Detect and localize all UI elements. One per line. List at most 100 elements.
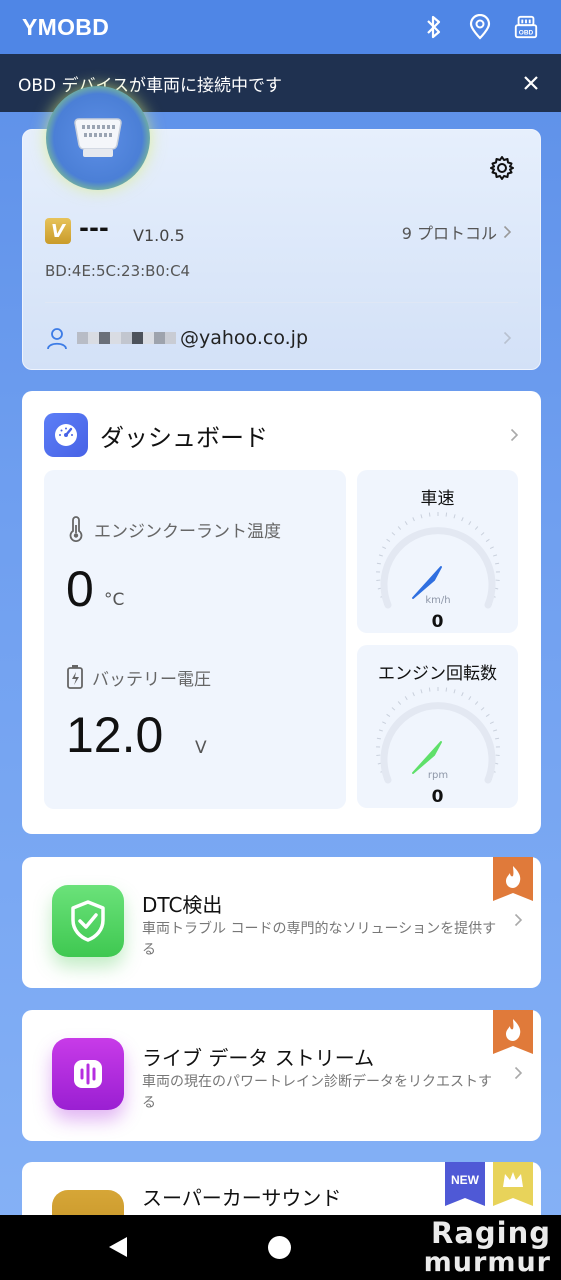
thermometer-icon bbox=[69, 516, 83, 542]
home-button[interactable] bbox=[268, 1236, 291, 1259]
gauge-tick bbox=[386, 538, 391, 542]
speed-gauge-value: 0 bbox=[431, 612, 444, 632]
person-icon bbox=[47, 328, 67, 350]
card-divider bbox=[45, 302, 518, 303]
speed-gauge-panel: 車速 km/h 0 bbox=[357, 470, 518, 633]
gauge-tick bbox=[480, 532, 485, 536]
rpm-gauge-dial: rpm bbox=[376, 687, 500, 784]
obd-connector-icon bbox=[74, 118, 122, 157]
gauge-tick bbox=[397, 701, 402, 705]
gauge-tick bbox=[378, 729, 383, 732]
obd-device-icon[interactable]: OBD bbox=[513, 14, 539, 40]
gauge-tick bbox=[376, 562, 381, 565]
location-pin-icon[interactable] bbox=[467, 14, 493, 40]
mac-address: BD:4E:5C:23:B0:C4 bbox=[45, 262, 191, 280]
sensor-panel: エンジンクーラント温度 0 °C バッテリー電圧 12.0 V bbox=[44, 470, 346, 809]
gauge-tick bbox=[404, 696, 408, 701]
crown-ribbon bbox=[493, 1162, 533, 1206]
coolant-temp-label: エンジンクーラント温度 bbox=[66, 516, 281, 542]
gauge-tick bbox=[495, 562, 500, 565]
feature-title: スーパーカーサウンド bbox=[142, 1186, 342, 1210]
gauge-tick bbox=[397, 526, 402, 530]
gauge-tick bbox=[489, 721, 494, 725]
gauge-tick bbox=[386, 713, 391, 717]
gauge-tick bbox=[378, 554, 383, 557]
coolant-temp-value: 0 bbox=[66, 561, 94, 617]
app-bar: YMOBD OBD bbox=[0, 0, 561, 54]
account-row[interactable]: @yahoo.co.jp bbox=[45, 326, 512, 350]
svg-text:OBD: OBD bbox=[519, 29, 534, 36]
gauge-tick bbox=[485, 713, 490, 717]
battery-voltage-unit: V bbox=[195, 738, 207, 758]
gauge-tick bbox=[428, 687, 431, 692]
protocol-link[interactable]: 9 プロトコル bbox=[402, 220, 512, 244]
hot-flame-ribbon bbox=[493, 857, 533, 901]
battery-voltage-label: バッテリー電圧 bbox=[66, 664, 211, 690]
dashboard-card: ダッシュボード エンジンクーラント温度 0 °C バッテリー電圧 12.0 V … bbox=[22, 391, 541, 834]
feature-description: 車両トラブル コードの専門的なソリューションを提供する bbox=[142, 921, 497, 958]
account-email-suffix: @yahoo.co.jp bbox=[180, 327, 308, 349]
dashboard-header[interactable]: ダッシュボード bbox=[44, 413, 519, 457]
user-name: --- bbox=[79, 214, 109, 242]
gauge-tick bbox=[420, 689, 423, 694]
watermark-line-1: Raging bbox=[430, 1216, 551, 1250]
feature-card-live-data[interactable]: ライブ データ ストリーム 車両の現在のパワートレイン診断データをリクエストする bbox=[22, 1010, 541, 1141]
rpm-needle bbox=[412, 741, 442, 774]
back-icon[interactable] bbox=[107, 1235, 129, 1259]
battery-voltage-label-text: バッテリー電圧 bbox=[92, 669, 211, 690]
settings-gear-icon[interactable] bbox=[488, 154, 516, 182]
redacted-email bbox=[77, 332, 176, 344]
rpm-gauge-value: 0 bbox=[431, 787, 444, 807]
app-title: YMOBD bbox=[22, 13, 110, 40]
gauge-tick bbox=[445, 512, 448, 517]
speed-needle bbox=[412, 566, 442, 599]
speed-gauge-dial: km/h bbox=[376, 512, 500, 609]
firmware-version: V1.0.5 bbox=[133, 226, 185, 245]
close-icon[interactable] bbox=[519, 71, 543, 95]
gauge-tick bbox=[412, 517, 415, 522]
gauge-tick bbox=[485, 538, 490, 542]
speedometer-icon bbox=[44, 413, 88, 457]
coolant-temp-unit: °C bbox=[104, 590, 125, 610]
new-badge-label: NEW bbox=[451, 1173, 479, 1187]
shield-check-icon bbox=[52, 885, 124, 957]
feature-title: DTC検出 bbox=[142, 893, 223, 917]
system-nav-bar: Raging murmur bbox=[0, 1215, 561, 1280]
gauge-tick bbox=[489, 546, 494, 550]
gauge-tick bbox=[493, 729, 498, 732]
gauge-tick bbox=[453, 514, 456, 519]
rpm-gauge-title: エンジン回転数 bbox=[378, 664, 497, 684]
gauge-tick bbox=[468, 521, 472, 526]
gauge-tick bbox=[461, 517, 464, 522]
waveform-icon bbox=[52, 1038, 124, 1110]
gauge-tick bbox=[495, 737, 500, 740]
chevron-right-icon bbox=[514, 913, 523, 927]
gauge-tick bbox=[404, 521, 408, 526]
gauge-tick bbox=[461, 692, 464, 697]
gauge-tick bbox=[428, 512, 431, 517]
gauge-tick bbox=[412, 692, 415, 697]
speed-unit: km/h bbox=[425, 595, 450, 606]
chevron-right-icon bbox=[510, 428, 519, 442]
gauge-arc bbox=[380, 527, 496, 609]
gauge-tick bbox=[420, 514, 423, 519]
bluetooth-icon[interactable] bbox=[421, 14, 447, 40]
hot-flame-ribbon bbox=[493, 1010, 533, 1054]
vip-badge: V bbox=[45, 218, 71, 244]
feature-card-dtc[interactable]: DTC検出 車両トラブル コードの専門的なソリューションを提供する bbox=[22, 857, 541, 988]
chevron-right-icon bbox=[503, 331, 512, 345]
banner-message: OBD デバイスが車両に接続中です bbox=[18, 75, 283, 96]
gauge-tick bbox=[382, 721, 387, 725]
app-bar-actions: OBD bbox=[421, 14, 539, 40]
gauge-tick bbox=[493, 554, 498, 557]
chevron-right-icon bbox=[503, 225, 512, 239]
gauge-tick bbox=[474, 701, 479, 705]
dashboard-title: ダッシュボード bbox=[100, 423, 268, 452]
new-ribbon: NEW bbox=[445, 1162, 485, 1206]
gauge-tick bbox=[474, 526, 479, 530]
gauge-arc bbox=[380, 702, 496, 784]
rpm-gauge-panel: エンジン回転数 rpm 0 bbox=[357, 645, 518, 808]
watermark: Raging murmur bbox=[424, 1216, 551, 1278]
gauge-tick bbox=[391, 707, 396, 711]
battery-icon bbox=[67, 665, 83, 689]
